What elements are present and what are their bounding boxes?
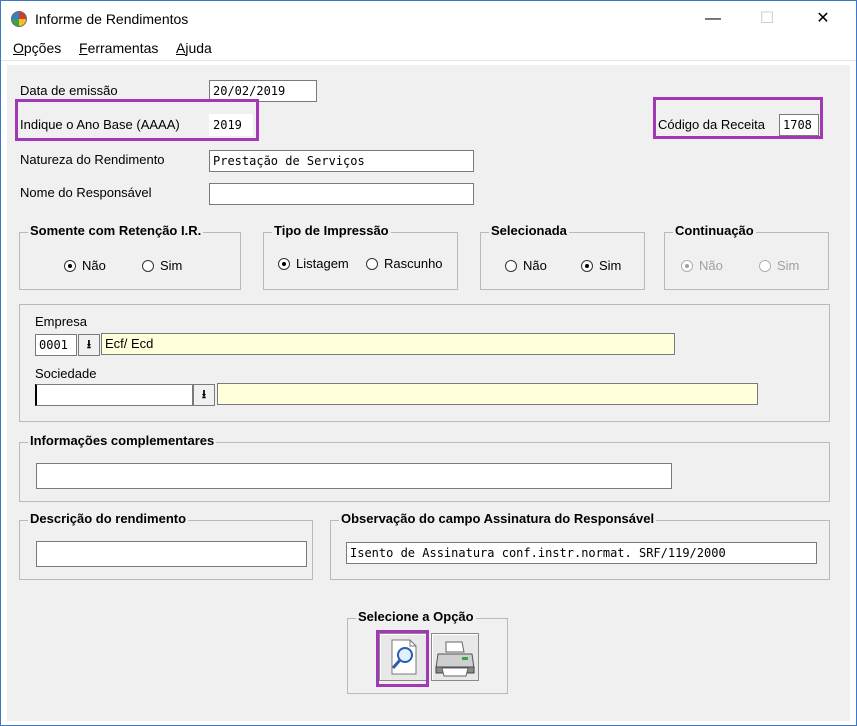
retencao-sim-radio[interactable]: Sim xyxy=(142,258,182,273)
radio-unchecked-icon xyxy=(366,257,378,270)
app-icon xyxy=(11,11,27,27)
menu-ajuda[interactable]: Ajuda xyxy=(176,40,212,56)
radio-checked-icon xyxy=(681,259,693,272)
responsavel-label: Nome do Responsável xyxy=(20,185,152,200)
impressao-rascunho-radio[interactable]: Rascunho xyxy=(366,256,443,271)
natureza-field[interactable]: Prestação de Serviços xyxy=(209,150,474,172)
maximize-button[interactable]: ☐ xyxy=(747,7,787,31)
selecionada-title: Selecionada xyxy=(489,223,569,238)
empresa-dropdown-button[interactable]: ⭳ xyxy=(78,334,100,356)
observacao-group: Observação do campo Assinatura do Respon… xyxy=(330,511,830,580)
sociedade-code-field[interactable] xyxy=(35,384,193,406)
form-panel: Data de emissão 20/02/2019 Indique o Ano… xyxy=(7,65,850,721)
retencao-group: Somente com Retenção I.R. Não Sim xyxy=(19,223,241,290)
info-complementares-title: Informações complementares xyxy=(28,433,217,448)
preview-button-highlight xyxy=(376,630,429,687)
menu-bar: Opções Ferramentas Ajuda xyxy=(1,35,856,61)
sociedade-name-field[interactable] xyxy=(217,383,758,405)
download-arrow-icon: ⭳ xyxy=(201,387,207,401)
radio-checked-icon xyxy=(64,259,76,272)
radio-checked-icon xyxy=(581,259,593,272)
descricao-group: Descrição do rendimento xyxy=(19,511,313,580)
radio-unchecked-icon xyxy=(759,259,771,272)
impressao-title: Tipo de Impressão xyxy=(272,223,391,238)
printer-icon xyxy=(435,641,475,677)
minimize-button[interactable]: — xyxy=(693,7,733,31)
impressao-group: Tipo de Impressão Listagem Rascunho xyxy=(263,223,458,290)
natureza-label: Natureza do Rendimento xyxy=(20,152,165,167)
continuacao-nao-radio: Não xyxy=(681,258,723,273)
selecionada-group: Selecionada Não Sim xyxy=(480,223,645,290)
opcao-title: Selecione a Opção xyxy=(356,609,476,624)
selecionada-nao-radio[interactable]: Não xyxy=(505,258,547,273)
ano-base-label: Indique o Ano Base (AAAA) xyxy=(20,117,180,132)
title-bar: Informe de Rendimentos — ☐ ✕ xyxy=(1,1,856,35)
responsavel-field[interactable] xyxy=(209,183,474,205)
print-button[interactable] xyxy=(431,633,479,681)
descricao-title: Descrição do rendimento xyxy=(28,511,189,526)
selecionada-sim-radio[interactable]: Sim xyxy=(581,258,621,273)
empresa-label: Empresa xyxy=(35,314,88,329)
close-button[interactable]: ✕ xyxy=(803,7,843,31)
data-emissao-label: Data de emissão xyxy=(20,83,118,98)
info-complementares-group: Informações complementares xyxy=(19,433,830,502)
empresa-sociedade-group: Empresa 0001 ⭳ Ecf/ Ecd Sociedade ⭳ xyxy=(19,304,830,422)
codigo-receita-label: Código da Receita xyxy=(658,117,765,132)
observacao-title: Observação do campo Assinatura do Respon… xyxy=(339,511,657,526)
sociedade-label: Sociedade xyxy=(35,366,97,381)
window-title: Informe de Rendimentos xyxy=(35,11,189,27)
retencao-title: Somente com Retenção I.R. xyxy=(28,223,204,238)
menu-opcoes[interactable]: Opções xyxy=(13,40,61,56)
continuacao-group: Continuação Não Sim xyxy=(664,223,829,290)
menu-ferramentas[interactable]: Ferramentas xyxy=(79,40,158,56)
info-complementares-field[interactable] xyxy=(36,463,672,489)
codigo-receita-field[interactable]: 1708 xyxy=(779,114,819,136)
app-window: Informe de Rendimentos — ☐ ✕ Opções Ferr… xyxy=(0,0,857,726)
observacao-field[interactable]: Isento de Assinatura conf.instr.normat. … xyxy=(346,542,817,564)
descricao-field[interactable] xyxy=(36,541,307,567)
empresa-code-field[interactable]: 0001 xyxy=(35,334,77,356)
continuacao-title: Continuação xyxy=(673,223,756,238)
impressao-listagem-radio[interactable]: Listagem xyxy=(278,256,349,271)
sociedade-dropdown-button[interactable]: ⭳ xyxy=(193,384,215,406)
ano-base-field[interactable]: 2019 xyxy=(209,114,253,136)
download-arrow-icon: ⭳ xyxy=(86,337,92,351)
radio-checked-icon xyxy=(278,257,290,270)
retencao-nao-radio[interactable]: Não xyxy=(64,258,106,273)
radio-unchecked-icon xyxy=(142,259,154,272)
empresa-name-field[interactable]: Ecf/ Ecd xyxy=(101,333,675,355)
continuacao-sim-radio: Sim xyxy=(759,258,799,273)
radio-unchecked-icon xyxy=(505,259,517,272)
